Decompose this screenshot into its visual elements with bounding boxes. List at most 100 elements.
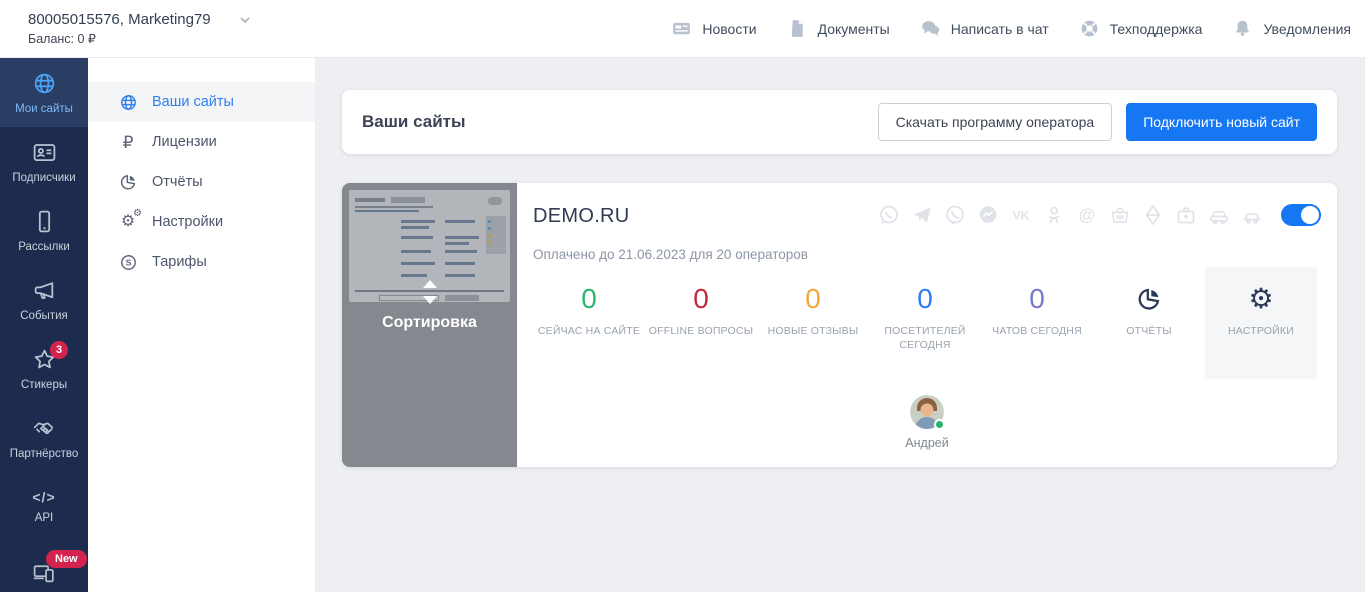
topnav-label: Документы	[818, 21, 890, 37]
account-switcher[interactable]: 80005015576, Marketing79 Баланс: 0 ₽	[0, 11, 253, 46]
stat-value: 0	[869, 283, 981, 315]
email-icon[interactable]: @	[1075, 203, 1099, 227]
operators-row: Андрей	[533, 395, 1321, 450]
license-info: Оплачено до 21.06.2023 для 20 операторов	[533, 247, 1321, 262]
sidebar-item-label: Стикеры	[21, 379, 67, 391]
sidebar-item-stickers[interactable]: 3 Стикеры	[0, 334, 88, 403]
topnav-label: Уведомления	[1263, 21, 1351, 37]
connect-new-site-button[interactable]: Подключить новый сайт	[1126, 103, 1317, 141]
channel-icons: VK @	[877, 203, 1321, 227]
sidebar-item-label: API	[35, 512, 54, 524]
operator-avatar	[910, 395, 944, 429]
pie-chart-icon	[119, 173, 138, 192]
topnav-write-chat[interactable]: Написать в чат	[920, 18, 1049, 39]
topnav-notifications[interactable]: Уведомления	[1232, 18, 1351, 39]
submenu-item-label: Отчёты	[152, 174, 203, 190]
chevron-down-icon[interactable]	[237, 12, 253, 28]
stat-value: 0	[645, 283, 757, 315]
whatsapp-icon[interactable]	[877, 203, 901, 227]
gears-icon: ⚙⚙	[121, 214, 135, 230]
submenu-item-label: Настройки	[152, 214, 223, 230]
bell-icon	[1232, 18, 1253, 39]
stat-online-now: 0 СЕЙЧАС НА САЙТЕ	[533, 267, 645, 379]
handshake-icon	[32, 416, 57, 441]
submenu-item-label: Лицензии	[152, 134, 217, 150]
sidebar-item-label: Рассылки	[18, 241, 70, 253]
svg-text:VK: VK	[1013, 209, 1030, 223]
sort-label: Сортировка	[342, 314, 517, 332]
sidebar-item-partnership[interactable]: Партнёрство	[0, 403, 88, 472]
viber-icon[interactable]	[943, 203, 967, 227]
documents-icon	[787, 18, 808, 39]
topnav-documents[interactable]: Документы	[787, 18, 890, 39]
sidebar-item-my-sites[interactable]: Мои сайты	[0, 58, 88, 127]
topbar: 80005015576, Marketing79 Баланс: 0 ₽ Нов…	[0, 0, 1365, 58]
phone-icon	[32, 209, 57, 234]
stat-value: 0	[533, 283, 645, 315]
stat-new-reviews: 0 НОВЫЕ ОТЗЫВЫ	[757, 267, 869, 379]
settings-action[interactable]: ⚙ НАСТРОЙКИ	[1205, 267, 1317, 379]
new-badge: New	[46, 550, 87, 568]
stat-chats-today: 0 ЧАТОВ СЕГОДНЯ	[981, 267, 1093, 379]
site-thumbnail-sort-handle[interactable]: Сортировка	[342, 183, 517, 467]
taxi-icon[interactable]	[1240, 203, 1264, 227]
submenu-item-your-sites[interactable]: Ваши сайты	[88, 82, 315, 122]
globe-icon	[119, 93, 138, 112]
messenger-icon[interactable]	[976, 203, 1000, 227]
sidebar-item-label: Подписчики	[12, 172, 75, 184]
site-card: Сортировка DEMO.RU VK @	[342, 183, 1337, 467]
stat-label: СЕЙЧАС НА САЙТЕ	[533, 324, 645, 338]
crypto-icon[interactable]	[1141, 203, 1165, 227]
support-icon	[1079, 18, 1100, 39]
topnav-label: Написать в чат	[951, 21, 1049, 37]
sidebar-item-api[interactable]: </> API	[0, 472, 88, 541]
submenu-item-settings[interactable]: ⚙⚙ Настройки	[88, 202, 315, 242]
globe-icon	[32, 71, 57, 96]
page-header-card: Ваши сайты Скачать программу оператора П…	[342, 90, 1337, 154]
shop-icon[interactable]	[1108, 203, 1132, 227]
stats-row: 0 СЕЙЧАС НА САЙТЕ 0 OFFLINE ВОПРОСЫ 0 НО…	[533, 267, 1321, 379]
submenu-item-licenses[interactable]: ₽ Лицензии	[88, 122, 315, 162]
reports-action[interactable]: ОТЧЁТЫ	[1093, 267, 1205, 379]
main-sidebar: Мои сайты Подписчики Рассылки События 3 …	[0, 58, 88, 592]
site-card-body: DEMO.RU VK @	[517, 183, 1337, 467]
topnav-support[interactable]: Техподдержка	[1079, 18, 1203, 39]
sidebar-item-label: События	[20, 310, 67, 322]
pie-chart-icon	[1136, 286, 1163, 313]
svg-text:@: @	[1078, 206, 1095, 225]
stat-label: ПОСЕТИТЕЛЕЙ СЕГОДНЯ	[869, 324, 981, 352]
chat-icon	[920, 18, 941, 39]
topnav-label: Техподдержка	[1110, 21, 1203, 37]
stat-value: 0	[981, 283, 1093, 315]
bag-icon[interactable]	[1174, 203, 1198, 227]
submenu-item-label: Тарифы	[152, 254, 207, 270]
sidebar-item-label: Мои сайты	[15, 103, 73, 115]
news-icon	[671, 18, 692, 39]
telegram-icon[interactable]	[910, 203, 934, 227]
action-label: НАСТРОЙКИ	[1205, 324, 1317, 338]
topnav: Новости Документы Написать в чат Техподд…	[671, 18, 1365, 39]
site-active-toggle[interactable]	[1281, 204, 1321, 226]
sidebar-item-subscribers[interactable]: Подписчики	[0, 127, 88, 196]
account-name: 80005015576, Marketing79	[28, 11, 211, 28]
stat-value: 0	[757, 283, 869, 315]
stat-offline-questions: 0 OFFLINE ВОПРОСЫ	[645, 267, 757, 379]
sidebar-item-mailings[interactable]: Рассылки	[0, 196, 88, 265]
sort-arrows-icon	[418, 279, 442, 305]
dollar-circle-icon: S	[119, 253, 138, 272]
main-content: Ваши сайты Скачать программу оператора П…	[315, 58, 1365, 592]
gear-icon: ⚙	[1248, 284, 1273, 314]
sites-submenu: Ваши сайты ₽ Лицензии Отчёты ⚙⚙ Настройк…	[88, 58, 315, 592]
submenu-item-tariffs[interactable]: S Тарифы	[88, 242, 315, 282]
vk-icon[interactable]: VK	[1009, 203, 1033, 227]
sidebar-item-apps[interactable]: New	[0, 541, 88, 592]
online-status-dot	[934, 419, 945, 430]
operator: Андрей	[905, 395, 948, 450]
odnoklassniki-icon[interactable]	[1042, 203, 1066, 227]
sidebar-item-events[interactable]: События	[0, 265, 88, 334]
car-icon[interactable]	[1207, 203, 1231, 227]
download-operator-app-button[interactable]: Скачать программу оператора	[878, 103, 1113, 141]
submenu-item-reports[interactable]: Отчёты	[88, 162, 315, 202]
topnav-news[interactable]: Новости	[671, 18, 756, 39]
operator-name: Андрей	[905, 436, 948, 450]
